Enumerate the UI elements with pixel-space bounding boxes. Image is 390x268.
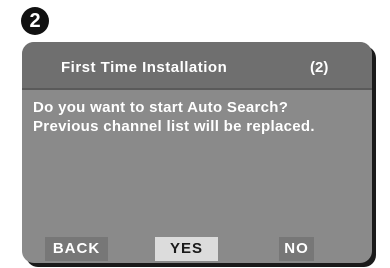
message-line-1: Do you want to start Auto Search?: [33, 99, 289, 116]
message-line-2: Previous channel list will be replaced.: [33, 118, 315, 135]
no-button[interactable]: NO: [279, 237, 314, 261]
dialog-step-indicator: (2): [310, 59, 329, 76]
dialog-title-bar: First Time Installation (2): [22, 42, 372, 90]
dialog-title: First Time Installation: [61, 59, 228, 76]
tv-screen-dialog: First Time Installation (2) Do you want …: [22, 42, 372, 263]
yes-button[interactable]: YES: [155, 237, 218, 261]
dialog-message: Do you want to start Auto Search? Previo…: [33, 98, 368, 136]
back-button[interactable]: BACK: [45, 237, 108, 261]
step-number-badge: 2: [21, 7, 49, 35]
